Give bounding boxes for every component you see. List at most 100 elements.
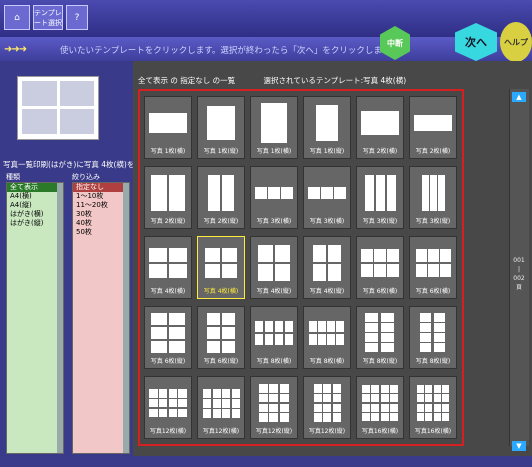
filter-item[interactable]: 30枚: [73, 210, 129, 219]
filter-item[interactable]: 11〜20枚: [73, 201, 129, 210]
template-tile[interactable]: 写真12枚(横): [144, 376, 192, 439]
template-label: 写真 3枚(横): [309, 218, 345, 225]
template-thumbnail: [255, 313, 293, 353]
template-label: 写真 6枚(横): [362, 288, 398, 295]
template-thumbnail: [308, 313, 346, 353]
template-label: 写真12枚(縦): [308, 428, 346, 435]
template-label: 写真 3枚(縦): [415, 218, 451, 225]
tab-template-select[interactable]: テンプレート選択: [33, 5, 63, 30]
bottom-bar: [0, 456, 532, 467]
template-tile[interactable]: 写真12枚(縦): [303, 376, 351, 439]
template-tile[interactable]: 写真 3枚(縦): [409, 166, 457, 229]
template-thumbnail: [255, 243, 293, 283]
template-tile[interactable]: 写真16枚(横): [356, 376, 404, 439]
page-indicator-part: |: [517, 266, 521, 273]
template-thumbnail: [414, 243, 452, 283]
template-thumbnail: [149, 103, 187, 143]
template-label: 写真 6枚(縦): [150, 358, 186, 365]
help-button[interactable]: ヘルプ: [500, 22, 532, 62]
template-label: 写真 8枚(横): [309, 358, 345, 365]
template-thumbnail: [308, 383, 346, 423]
template-thumbnail: [308, 103, 346, 143]
instruction-text: 使いたいテンプレートをクリックします。選択が終わったら「次へ」をクリックします。: [60, 46, 399, 56]
template-thumbnail: [202, 173, 240, 213]
template-tile[interactable]: 写真 8枚(縦): [356, 306, 404, 369]
template-grid: 写真 1枚(横) 写真 1枚(縦) 写真 1枚(横) 写真 1枚(縦) 写真 2枚(横)…: [138, 89, 464, 446]
template-tile[interactable]: 写真 1枚(横): [144, 96, 192, 159]
template-tile[interactable]: 写真 3枚(横): [303, 166, 351, 229]
template-thumbnail: [414, 383, 452, 423]
template-thumbnail: [149, 173, 187, 213]
template-tile[interactable]: 写真 6枚(横): [356, 236, 404, 299]
template-tile[interactable]: 写真 8枚(縦): [409, 306, 457, 369]
template-label: 写真 4枚(縦): [256, 288, 292, 295]
type-list-scrollbar[interactable]: [57, 183, 63, 453]
type-item[interactable]: はがき(横): [7, 210, 63, 219]
template-tile[interactable]: 写真 6枚(縦): [197, 306, 245, 369]
tab-home[interactable]: ⌂: [4, 5, 30, 30]
template-preview: [17, 76, 99, 140]
template-tile[interactable]: 写真16枚(横): [409, 376, 457, 439]
page-indicator-part: 002: [513, 275, 525, 282]
template-tile[interactable]: 写真 6枚(縦): [144, 306, 192, 369]
template-label: 写真12枚(横): [202, 428, 240, 435]
template-tile[interactable]: 写真 6枚(横): [409, 236, 457, 299]
template-thumbnail: [149, 313, 187, 353]
template-thumbnail: [361, 243, 399, 283]
scroll-down-button[interactable]: ▼: [512, 441, 526, 451]
template-tile[interactable]: 写真 2枚(横): [356, 96, 404, 159]
template-label: 写真 4枚(横): [150, 288, 186, 295]
type-item[interactable]: A4(横): [7, 192, 63, 201]
template-label: 写真 1枚(縦): [309, 148, 345, 155]
template-tile[interactable]: 写真 2枚(縦): [144, 166, 192, 229]
filter-list[interactable]: 指定なし 1〜10枚 11〜20枚 30枚 40枚 50枚: [72, 182, 130, 454]
list-title: 全て表示 の 指定なし の一覧: [138, 76, 236, 85]
template-tile[interactable]: 写真 2枚(縦): [197, 166, 245, 229]
arrow-icon: ➜➜➜: [4, 44, 27, 55]
filter-item[interactable]: 1〜10枚: [73, 192, 129, 201]
filter-list-scrollbar[interactable]: [123, 183, 129, 453]
template-tile[interactable]: 写真12枚(縦): [250, 376, 298, 439]
page-indicator: 001 | 002 頁: [511, 256, 527, 292]
template-tile[interactable]: 写真 4枚(縦): [303, 236, 351, 299]
template-label: 写真16枚(横): [361, 428, 399, 435]
page-indicator-part: 001: [513, 257, 525, 264]
type-item[interactable]: 全て表示: [7, 183, 63, 192]
template-thumbnail: [308, 173, 346, 213]
template-label: 写真16枚(横): [414, 428, 452, 435]
template-tile[interactable]: 写真 8枚(横): [303, 306, 351, 369]
template-tile[interactable]: 写真 3枚(縦): [356, 166, 404, 229]
template-tile[interactable]: 写真 1枚(縦): [303, 96, 351, 159]
template-tile[interactable]: 写真 1枚(縦): [197, 96, 245, 159]
template-label: 写真 8枚(縦): [362, 358, 398, 365]
type-list[interactable]: 全て表示 A4(横) A4(縦) はがき(横) はがき(縦): [6, 182, 64, 454]
template-label: 写真 1枚(縦): [203, 148, 239, 155]
template-tile[interactable]: 写真12枚(横): [197, 376, 245, 439]
template-thumbnail: [414, 173, 452, 213]
template-tile[interactable]: 写真 2枚(横): [409, 96, 457, 159]
filter-item[interactable]: 指定なし: [73, 183, 129, 192]
template-label: 写真 2枚(横): [362, 148, 398, 155]
template-thumbnail: [308, 243, 346, 283]
template-tile[interactable]: 写真 3枚(横): [250, 166, 298, 229]
filter-item[interactable]: 50枚: [73, 228, 129, 237]
template-tile[interactable]: 写真 4枚(横): [197, 236, 245, 299]
template-tile[interactable]: 写真 4枚(縦): [250, 236, 298, 299]
template-label: 写真 8枚(縦): [415, 358, 451, 365]
type-item[interactable]: はがき(縦): [7, 219, 63, 228]
template-label: 写真12枚(横): [149, 428, 187, 435]
template-thumbnail: [361, 313, 399, 353]
template-label: 写真12枚(縦): [255, 428, 293, 435]
filter-item[interactable]: 40枚: [73, 219, 129, 228]
type-item[interactable]: A4(縦): [7, 201, 63, 210]
type-header: 種類: [6, 173, 20, 181]
scroll-up-button[interactable]: ▲: [512, 92, 526, 102]
template-thumbnail: [255, 383, 293, 423]
tab-help[interactable]: ?: [66, 5, 88, 30]
template-label: 写真 1枚(横): [256, 148, 292, 155]
list-header: 全て表示 の 指定なし の一覧 選択されているテンプレート:写真 4枚(横): [138, 75, 406, 86]
template-tile[interactable]: 写真 1枚(横): [250, 96, 298, 159]
template-label: 写真 3枚(縦): [362, 218, 398, 225]
template-tile[interactable]: 写真 8枚(横): [250, 306, 298, 369]
template-tile[interactable]: 写真 4枚(横): [144, 236, 192, 299]
